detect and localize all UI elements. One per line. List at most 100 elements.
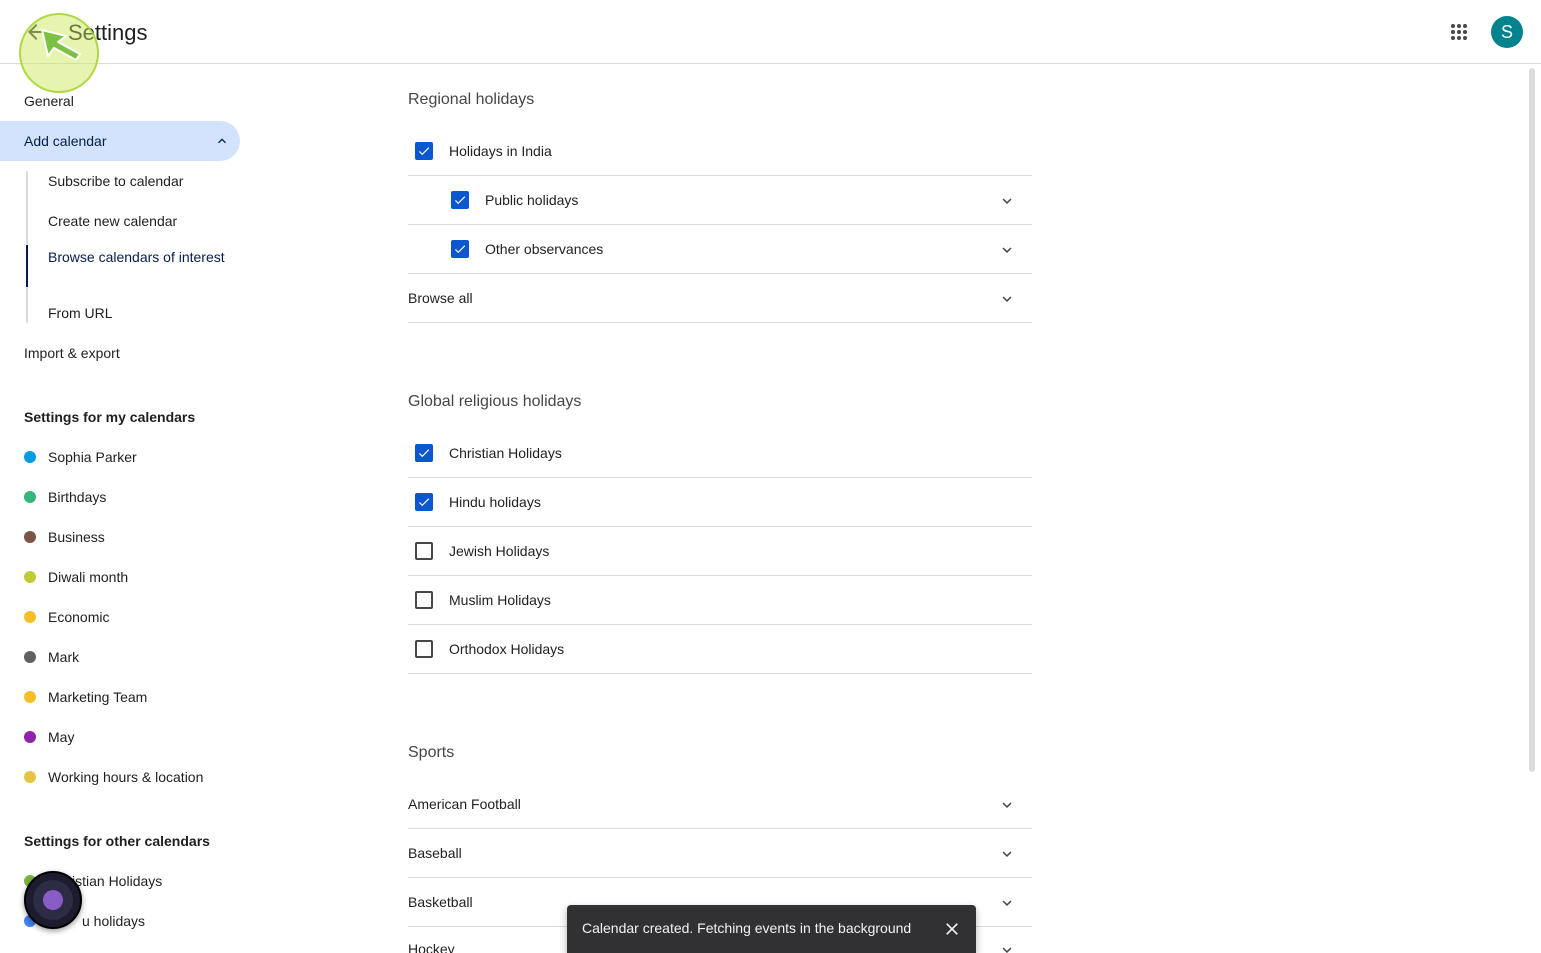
other-calendars-heading: Settings for other calendars — [24, 833, 210, 849]
nav-add-calendar[interactable]: Add calendar — [0, 121, 240, 161]
calendar-color-dot — [24, 731, 36, 743]
orthodox-holidays-checkbox[interactable] — [415, 640, 433, 658]
my-calendar-item[interactable]: Mark — [0, 637, 240, 677]
check-icon — [454, 196, 466, 205]
nav-import-export-label: Import & export — [24, 345, 120, 361]
nav-add-calendar-label: Add calendar — [24, 133, 107, 149]
main-content: Regional holidays Holidays in India Publ… — [408, 65, 1032, 953]
other-observances-row[interactable]: Other observances — [408, 225, 1032, 274]
close-icon — [946, 923, 958, 935]
my-calendar-item[interactable]: Diwali month — [0, 557, 240, 597]
calendar-label: Economic — [48, 609, 110, 625]
app-header: Settings S — [0, 0, 1541, 64]
browse-all-row[interactable]: Browse all — [408, 274, 1032, 323]
holidays-in-india-row[interactable]: Holidays in India — [408, 127, 1032, 176]
my-calendar-item[interactable]: Economic — [0, 597, 240, 637]
calendar-color-dot — [24, 531, 36, 543]
snackbar: Calendar created. Fetching events in the… — [567, 905, 976, 953]
nav-general[interactable]: General — [0, 81, 240, 121]
calendar-label: Diwali month — [48, 569, 129, 585]
calendar-label: istian Holidays — [72, 873, 163, 889]
muslim-holidays-checkbox[interactable] — [415, 591, 433, 609]
snackbar-message: Calendar created. Fetching events in the… — [582, 920, 912, 936]
arrow-back-icon — [28, 24, 44, 40]
chevron-up-icon — [218, 138, 226, 144]
hindu-holidays-row[interactable]: Hindu holidays — [408, 478, 1032, 527]
submenu-current-indicator — [26, 245, 28, 287]
calendar-label: Working hours & location — [48, 769, 204, 785]
calendar-label: Marketing Team — [48, 689, 148, 705]
my-calendar-item[interactable]: Business — [0, 517, 240, 557]
apps-grid-icon — [1451, 24, 1467, 40]
account-avatar[interactable]: S — [1491, 16, 1523, 48]
jewish-holidays-checkbox[interactable] — [415, 542, 433, 560]
calendar-label: May — [48, 729, 75, 745]
orthodox-holidays-label: Orthodox Holidays — [449, 641, 565, 657]
assistant-icon — [33, 880, 73, 920]
christian-holidays-label: Christian Holidays — [449, 445, 562, 461]
hindu-holidays-checkbox[interactable] — [415, 493, 433, 511]
public-holidays-checkbox[interactable] — [451, 191, 469, 209]
holidays-in-india-checkbox[interactable] — [415, 142, 433, 160]
nav-general-label: General — [24, 93, 74, 109]
my-calendar-item[interactable]: Working hours & location — [0, 757, 240, 797]
chevron-down-icon[interactable] — [998, 290, 1016, 308]
chevron-down-icon[interactable] — [998, 796, 1016, 814]
check-icon — [418, 449, 430, 458]
calendar-color-dot — [24, 571, 36, 583]
global-religious-holidays-title: Global religious holidays — [408, 393, 582, 410]
baseball-label: Baseball — [408, 845, 462, 861]
nav-from-url[interactable]: From URL — [48, 303, 228, 323]
hockey-label: Hockey — [408, 941, 455, 953]
check-icon — [418, 147, 430, 156]
nav-subscribe-to-calendar[interactable]: Subscribe to calendar — [48, 171, 228, 191]
browse-all-label: Browse all — [408, 290, 473, 306]
calendar-label: Business — [48, 529, 105, 545]
chevron-down-icon[interactable] — [998, 241, 1016, 259]
my-calendar-item[interactable]: Sophia Parker — [0, 437, 240, 477]
page-scrollbar[interactable] — [1529, 68, 1535, 772]
nav-import-export[interactable]: Import & export — [0, 333, 240, 373]
calendar-color-dot — [24, 771, 36, 783]
my-calendar-item[interactable]: Birthdays — [0, 477, 240, 517]
calendar-label: Birthdays — [48, 489, 107, 505]
public-holidays-label: Public holidays — [485, 192, 579, 208]
holidays-in-india-label: Holidays in India — [449, 143, 552, 159]
hindu-holidays-label: Hindu holidays — [449, 494, 541, 510]
american-football-label: American Football — [408, 796, 521, 812]
calendar-label: u holidays — [82, 913, 146, 929]
calendar-color-dot — [24, 451, 36, 463]
jewish-holidays-row[interactable]: Jewish Holidays — [408, 527, 1032, 576]
my-calendars-heading: Settings for my calendars — [24, 409, 196, 425]
public-holidays-row[interactable]: Public holidays — [408, 176, 1032, 225]
google-apps-button[interactable] — [1435, 8, 1483, 56]
snackbar-close-button[interactable] — [940, 917, 964, 941]
nav-create-new-calendar[interactable]: Create new calendar — [48, 211, 228, 231]
regional-holidays-title: Regional holidays — [408, 91, 535, 108]
muslim-holidays-row[interactable]: Muslim Holidays — [408, 576, 1032, 625]
chevron-down-icon[interactable] — [998, 192, 1016, 210]
muslim-holidays-label: Muslim Holidays — [449, 592, 551, 608]
nav-browse-calendars-of-interest[interactable]: Browse calendars of interest — [48, 247, 228, 267]
christian-holidays-checkbox[interactable] — [415, 444, 433, 462]
sports-title: Sports — [408, 744, 455, 761]
christian-holidays-row[interactable]: Christian Holidays — [408, 429, 1032, 478]
chevron-down-icon[interactable] — [998, 894, 1016, 912]
chevron-down-icon[interactable] — [998, 941, 1016, 953]
calendar-color-dot — [24, 651, 36, 663]
orthodox-holidays-row[interactable]: Orthodox Holidays — [408, 625, 1032, 674]
my-calendar-item[interactable]: Marketing Team — [0, 677, 240, 717]
calendar-label: Sophia Parker — [48, 449, 137, 465]
assistant-fab-button[interactable] — [24, 871, 82, 929]
american-football-row[interactable]: American Football — [408, 780, 1032, 829]
my-calendar-item[interactable]: May — [0, 717, 240, 757]
calendar-color-dot — [24, 491, 36, 503]
assistant-dot — [43, 890, 63, 910]
settings-sidebar: General Add calendar Subscribe to calend… — [0, 65, 260, 953]
basketball-label: Basketball — [408, 894, 473, 910]
back-button[interactable] — [12, 8, 60, 56]
chevron-down-icon[interactable] — [998, 845, 1016, 863]
baseball-row[interactable]: Baseball — [408, 829, 1032, 878]
other-observances-checkbox[interactable] — [451, 240, 469, 258]
calendar-color-dot — [24, 691, 36, 703]
